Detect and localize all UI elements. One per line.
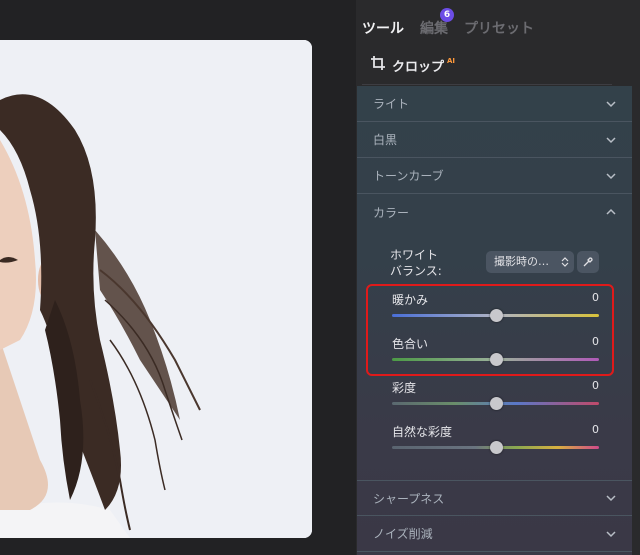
slider-label: 暖かみ	[392, 293, 429, 307]
chevron-up-icon	[606, 208, 616, 215]
white-balance-select[interactable]: 撮影時の…	[486, 251, 574, 273]
tab-tools[interactable]: ツール	[362, 18, 404, 38]
slider-thumb[interactable]	[489, 397, 503, 410]
slider-label: 色合い	[392, 337, 429, 351]
chevron-down-icon	[606, 100, 616, 107]
divider	[362, 84, 612, 85]
slider-label: 自然な彩度	[392, 425, 453, 439]
ai-tag: AI	[447, 56, 456, 65]
section-label: カラー	[373, 205, 410, 220]
slider-thumb[interactable]	[489, 441, 503, 454]
tint-slider[interactable]: 色合い 0	[392, 335, 599, 375]
slider-value[interactable]: 0	[592, 335, 599, 348]
chevron-down-icon	[606, 530, 616, 537]
saturation-slider[interactable]: 彩度 0	[392, 379, 599, 419]
canvas-area	[0, 0, 356, 555]
crop-icon	[370, 55, 386, 75]
eyedropper-icon	[583, 257, 593, 267]
slider-label: 彩度	[392, 381, 417, 395]
white-balance-label: ホワイト バランス:	[390, 248, 442, 278]
chevron-down-icon	[606, 136, 616, 143]
slider-value[interactable]: 0	[592, 379, 599, 392]
slider-value[interactable]: 0	[592, 423, 599, 436]
slider-value[interactable]: 0	[592, 291, 599, 304]
section-color[interactable]: カラー	[357, 194, 632, 230]
chevron-down-icon	[606, 172, 616, 179]
crop-tool[interactable]: クロップ AI	[370, 54, 455, 76]
section-black-white[interactable]: 白黒	[357, 122, 632, 158]
white-balance-row: ホワイト バランス: 撮影時の…	[390, 247, 605, 279]
tab-presets[interactable]: プリセット	[464, 18, 534, 38]
section-label: ライト	[373, 97, 410, 111]
top-tabs: ツール 編集 6 プリセット	[362, 8, 534, 42]
section-label: ノイズ削減	[373, 527, 433, 541]
eyedropper-button[interactable]	[577, 251, 599, 273]
slider-thumb[interactable]	[489, 353, 503, 366]
section-sharpness[interactable]: シャープネス	[357, 480, 632, 516]
section-label: トーンカーブ	[373, 169, 444, 183]
tab-edit[interactable]: 編集 6	[420, 8, 454, 38]
section-noise-reduction[interactable]: ノイズ削減	[357, 516, 632, 552]
portrait-image	[0, 40, 312, 538]
slider-thumb[interactable]	[489, 309, 503, 322]
chevron-down-icon	[606, 495, 616, 502]
edit-count-badge: 6	[440, 8, 454, 22]
section-tone-curve[interactable]: トーンカーブ	[357, 158, 632, 194]
chevron-updown-icon	[561, 257, 569, 267]
section-light[interactable]: ライト	[357, 86, 632, 122]
warmth-slider[interactable]: 暖かみ 0	[392, 291, 599, 331]
crop-label: クロップ	[392, 59, 445, 75]
section-label: シャープネス	[373, 491, 445, 506]
section-label: 白黒	[373, 133, 398, 147]
vibrance-slider[interactable]: 自然な彩度 0	[392, 423, 599, 463]
photo-preview[interactable]	[0, 40, 312, 538]
